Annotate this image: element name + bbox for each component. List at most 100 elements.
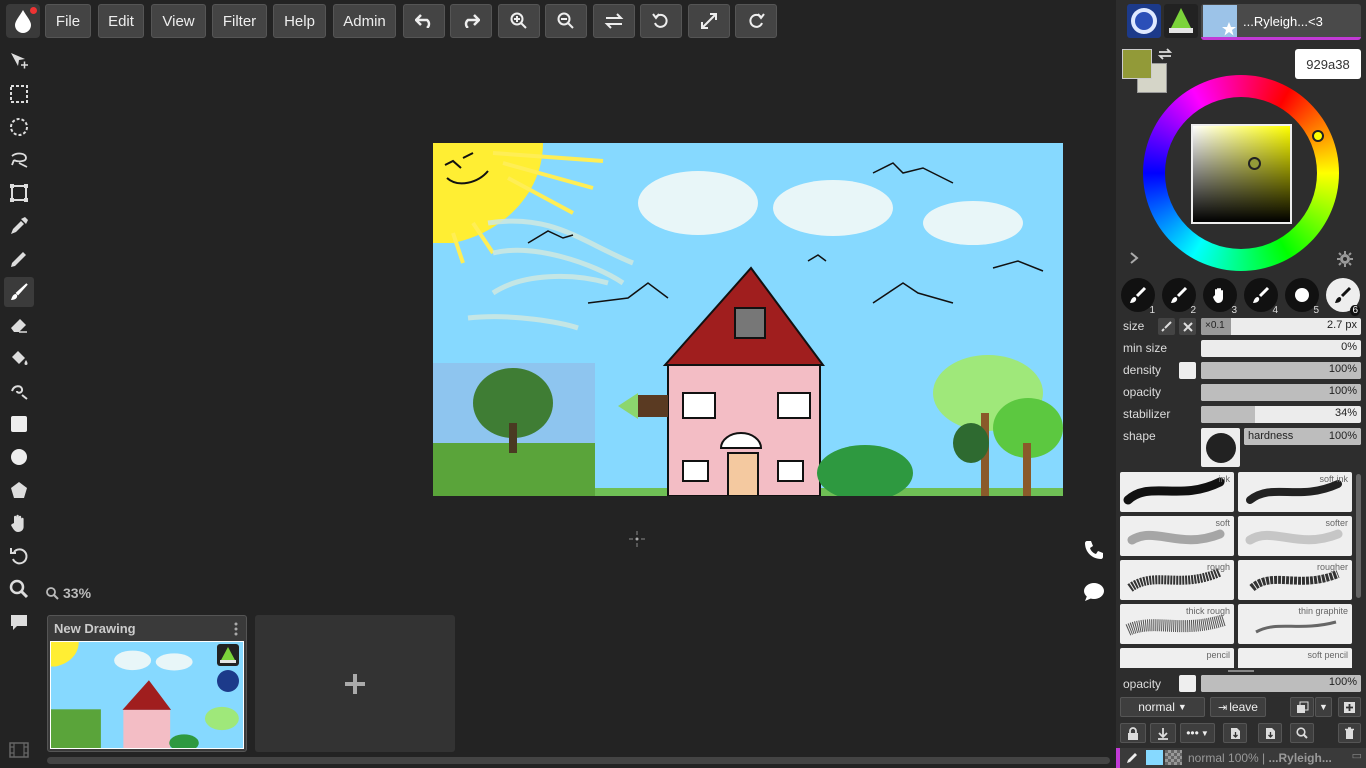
fill-tool[interactable] — [4, 343, 34, 373]
layer-opacity-checkbox[interactable] — [1179, 675, 1196, 692]
min-size-slider[interactable]: 0% — [1201, 340, 1361, 357]
lock-layer-button[interactable] — [1120, 723, 1146, 743]
panel-resize-handle[interactable] — [1228, 670, 1254, 672]
hand-tool[interactable] — [4, 508, 34, 538]
brush-preset-3[interactable]: 3 — [1203, 278, 1237, 316]
opacity-slider[interactable]: 100% — [1201, 384, 1361, 401]
lasso-select-tool[interactable] — [4, 145, 34, 175]
swap-colors-icon[interactable] — [1157, 47, 1173, 61]
zoom-out-button[interactable] — [545, 4, 587, 38]
user-avatar-2[interactable] — [1164, 4, 1198, 38]
brush-soft[interactable]: soft — [1120, 516, 1234, 556]
eyedropper-tool[interactable] — [4, 211, 34, 241]
current-user-badge[interactable]: ...Ryleigh...<3 — [1201, 4, 1361, 40]
hardness-slider[interactable]: hardness 100% — [1244, 428, 1361, 445]
layer-handle-icon[interactable]: ▭ — [1352, 749, 1362, 762]
drawing-canvas[interactable] — [433, 143, 1063, 496]
call-button[interactable] — [1082, 538, 1106, 562]
brush-rougher[interactable]: rougher — [1238, 560, 1352, 600]
leave-icon: ⇥ — [1218, 701, 1228, 714]
view-menu[interactable]: View — [151, 4, 206, 38]
leave-layer-button[interactable]: ⇥ leave — [1210, 697, 1266, 717]
brush-preset-1[interactable]: 1 — [1121, 278, 1155, 316]
zoom-tool[interactable] — [4, 574, 34, 604]
zoom-in-button[interactable] — [498, 4, 540, 38]
timelapse-button[interactable] — [4, 735, 34, 765]
blur-tool[interactable] — [4, 376, 34, 406]
transform-tool[interactable] — [4, 178, 34, 208]
brush-rough[interactable]: rough — [1120, 560, 1234, 600]
brush-shape-preview[interactable] — [1201, 428, 1240, 467]
add-layer-button[interactable] — [1338, 697, 1361, 717]
fullscreen-button[interactable] — [688, 4, 730, 38]
chat-button[interactable] — [1083, 581, 1105, 603]
density-pressure-checkbox[interactable] — [1179, 362, 1196, 379]
duplicate-options-button[interactable]: ▼ — [1315, 697, 1332, 717]
sv-picker-handle[interactable] — [1248, 157, 1261, 170]
rectangle-tool[interactable] — [4, 409, 34, 439]
density-slider[interactable]: 100% — [1201, 362, 1361, 379]
saturation-value-square[interactable] — [1191, 124, 1292, 224]
merge-down-button[interactable] — [1150, 723, 1176, 743]
size-pressure-toggle[interactable] — [1158, 318, 1175, 335]
flip-button[interactable] — [593, 4, 635, 38]
comment-tool[interactable] — [4, 607, 34, 637]
brush-preset-5[interactable]: 5 — [1285, 278, 1319, 316]
document-card[interactable]: New Drawing — [47, 615, 247, 752]
export-layer-button[interactable] — [1258, 723, 1282, 743]
shape-tool[interactable] — [4, 475, 34, 505]
hex-color-input[interactable]: 929a38 — [1295, 49, 1361, 79]
admin-menu[interactable]: Admin — [333, 4, 396, 38]
brush-preset-6[interactable]: 6 — [1326, 278, 1360, 316]
brush-library-scrollbar[interactable] — [1356, 474, 1361, 598]
size-reset-button[interactable] — [1179, 318, 1196, 335]
brush-pencil[interactable]: pencil — [1120, 648, 1234, 668]
file-menu[interactable]: File — [45, 4, 91, 38]
delete-layer-button[interactable] — [1338, 723, 1361, 743]
rect-select-tool[interactable] — [4, 79, 34, 109]
brush-soft-pencil[interactable]: soft pencil — [1238, 648, 1352, 668]
pencil-tool[interactable] — [4, 244, 34, 274]
layer-row[interactable]: normal 100% | ...Ryleigh... ▭ — [1116, 748, 1366, 768]
layer-opacity-slider[interactable]: 100% — [1201, 675, 1361, 692]
brush-preset-2[interactable]: 2 — [1162, 278, 1196, 316]
brush-ink[interactable]: ink — [1120, 472, 1234, 512]
ellipse-select-tool[interactable] — [4, 112, 34, 142]
brush-preset-4[interactable]: 4 — [1244, 278, 1278, 316]
collaborator-avatar-2 — [217, 670, 239, 692]
filter-menu[interactable]: Filter — [212, 4, 267, 38]
help-menu[interactable]: Help — [273, 4, 326, 38]
brush-softer[interactable]: softer — [1238, 516, 1352, 556]
app-logo[interactable] — [6, 4, 40, 38]
brush-tool[interactable] — [4, 277, 34, 307]
user-avatar-1[interactable] — [1127, 4, 1161, 38]
blend-mode-dropdown[interactable]: normal ▼ — [1120, 697, 1205, 717]
brush-icon — [11, 283, 28, 300]
search-layer-button[interactable] — [1290, 723, 1314, 743]
undo-button[interactable] — [403, 4, 445, 38]
gear-icon[interactable] — [1337, 251, 1353, 267]
redo-button[interactable] — [450, 4, 492, 38]
kebab-menu-icon[interactable] — [234, 622, 238, 636]
stabilizer-slider[interactable]: 34% — [1201, 406, 1361, 423]
ellipse-tool[interactable] — [4, 442, 34, 472]
rotate-ccw-button[interactable] — [640, 4, 682, 38]
import-layer-button[interactable] — [1223, 723, 1247, 743]
edit-menu[interactable]: Edit — [98, 4, 144, 38]
chevron-right-icon[interactable] — [1128, 251, 1140, 265]
file-import-icon — [1230, 727, 1240, 739]
brush-soft-ink[interactable]: soft ink — [1238, 472, 1352, 512]
size-slider[interactable]: ×0.1 2.7 px — [1201, 318, 1361, 335]
new-document-button[interactable] — [255, 615, 455, 752]
brush-thin-graphite[interactable]: thin graphite — [1238, 604, 1352, 644]
rotate-view-tool[interactable] — [4, 541, 34, 571]
eraser-tool[interactable] — [4, 310, 34, 340]
rotate-cw-button[interactable] — [735, 4, 777, 38]
brush-thick-rough[interactable]: thick rough — [1120, 604, 1234, 644]
move-tool[interactable] — [4, 46, 34, 76]
layer-more-button[interactable]: ••• ▼ — [1180, 723, 1215, 743]
duplicate-layer-button[interactable] — [1290, 697, 1314, 717]
horizontal-scrollbar[interactable] — [47, 757, 1110, 764]
hue-picker-handle[interactable] — [1312, 130, 1324, 142]
primary-color-swatch[interactable] — [1122, 49, 1152, 79]
